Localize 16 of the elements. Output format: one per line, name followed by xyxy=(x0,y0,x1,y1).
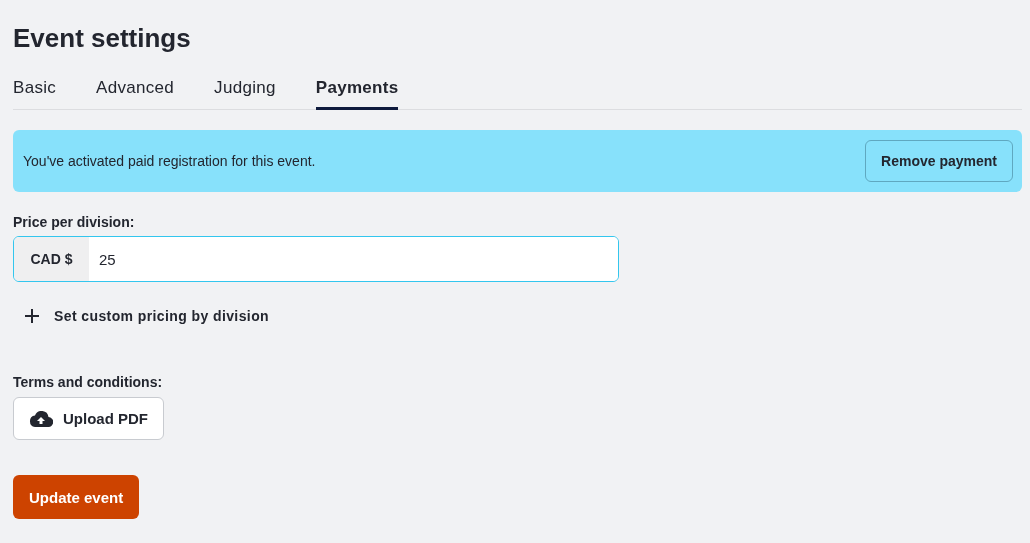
custom-pricing-button[interactable]: Set custom pricing by division xyxy=(25,308,270,324)
cloud-upload-icon xyxy=(29,410,53,427)
tab[interactable]: Basic xyxy=(13,78,57,110)
price-field[interactable]: CAD $ 25 xyxy=(13,236,619,282)
plus-icon xyxy=(25,309,39,323)
page-title: Event settings xyxy=(13,22,191,54)
upload-pdf-button[interactable]: Upload PDF xyxy=(13,397,164,440)
tab[interactable]: Payments xyxy=(315,78,399,110)
field-label: Terms and conditions: xyxy=(13,374,163,390)
update-event-button[interactable]: Update event xyxy=(13,475,140,519)
tab[interactable]: Advanced xyxy=(96,78,175,110)
remove-payment-button[interactable]: Remove payment xyxy=(865,140,1013,182)
tab[interactable]: Judging xyxy=(214,78,276,110)
notice-text: You've activated paid registration for this event. xyxy=(23,153,316,169)
currency-prefix: CAD $ xyxy=(14,237,89,281)
field-label: Price per division: xyxy=(13,214,135,230)
